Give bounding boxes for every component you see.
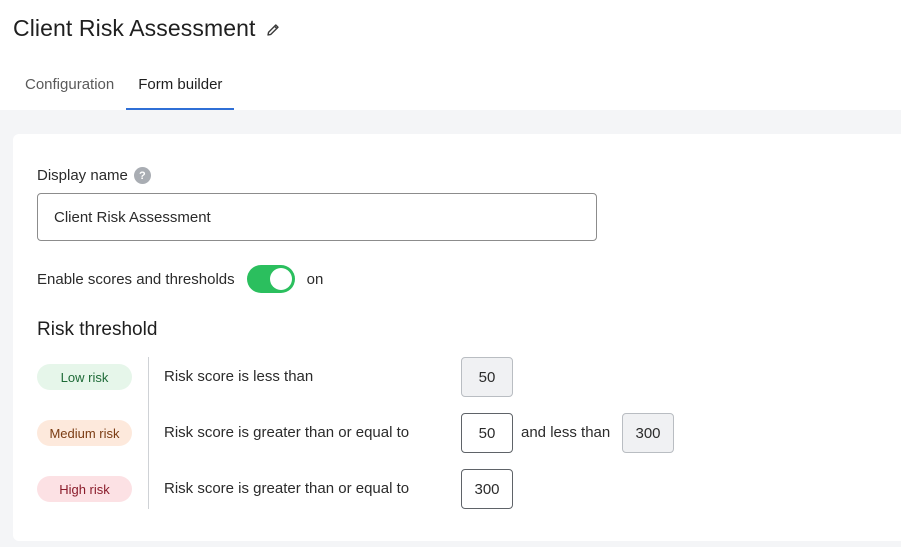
high-risk-rule: Risk score is greater than or equal to — [164, 480, 410, 497]
medium-risk-lower-input[interactable]: 50 — [461, 413, 513, 453]
display-name-input[interactable] — [37, 193, 597, 241]
content-area: Display name ? Enable scores and thresho… — [0, 110, 901, 547]
title-row: Client Risk Assessment — [13, 15, 282, 42]
help-icon[interactable]: ? — [133, 167, 151, 184]
low-risk-rule: Risk score is less than — [164, 368, 314, 385]
medium-risk-upper-value: 300 — [622, 413, 674, 453]
scores-toggle[interactable] — [246, 265, 295, 293]
display-name-label-row: Display name ? — [37, 167, 151, 184]
toggle-state-text: on — [306, 270, 324, 288]
risk-row-high: High risk Risk score is greater than or … — [37, 469, 737, 509]
scores-toggle-label: Enable scores and thresholds — [37, 270, 235, 288]
tab-configuration[interactable]: Configuration — [13, 64, 126, 110]
page-title: Client Risk Assessment — [13, 15, 256, 41]
tab-form-builder[interactable]: Form builder — [126, 64, 235, 110]
risk-threshold-title: Risk threshold — [37, 319, 158, 340]
tab-bar: Configuration Form builder — [13, 64, 235, 110]
risk-row-medium: Medium risk Risk score is greater than o… — [37, 413, 737, 453]
display-name-label: Display name — [37, 167, 128, 184]
scores-toggle-row: Enable scores and thresholds on — [37, 265, 323, 293]
pencil-icon[interactable] — [264, 21, 282, 39]
medium-risk-badge: Medium risk — [37, 420, 132, 446]
low-risk-badge: Low risk — [37, 364, 132, 390]
low-risk-threshold-value: 50 — [461, 357, 513, 397]
medium-risk-rule: Risk score is greater than or equal to — [164, 424, 410, 441]
toggle-knob — [269, 268, 292, 290]
high-risk-threshold-input[interactable]: 300 — [461, 469, 513, 509]
form-card: Display name ? Enable scores and thresho… — [13, 134, 901, 541]
medium-risk-and-text: and less than — [521, 424, 611, 441]
high-risk-badge: High risk — [37, 476, 132, 502]
risk-row-low: Low risk Risk score is less than 50 — [37, 357, 737, 397]
